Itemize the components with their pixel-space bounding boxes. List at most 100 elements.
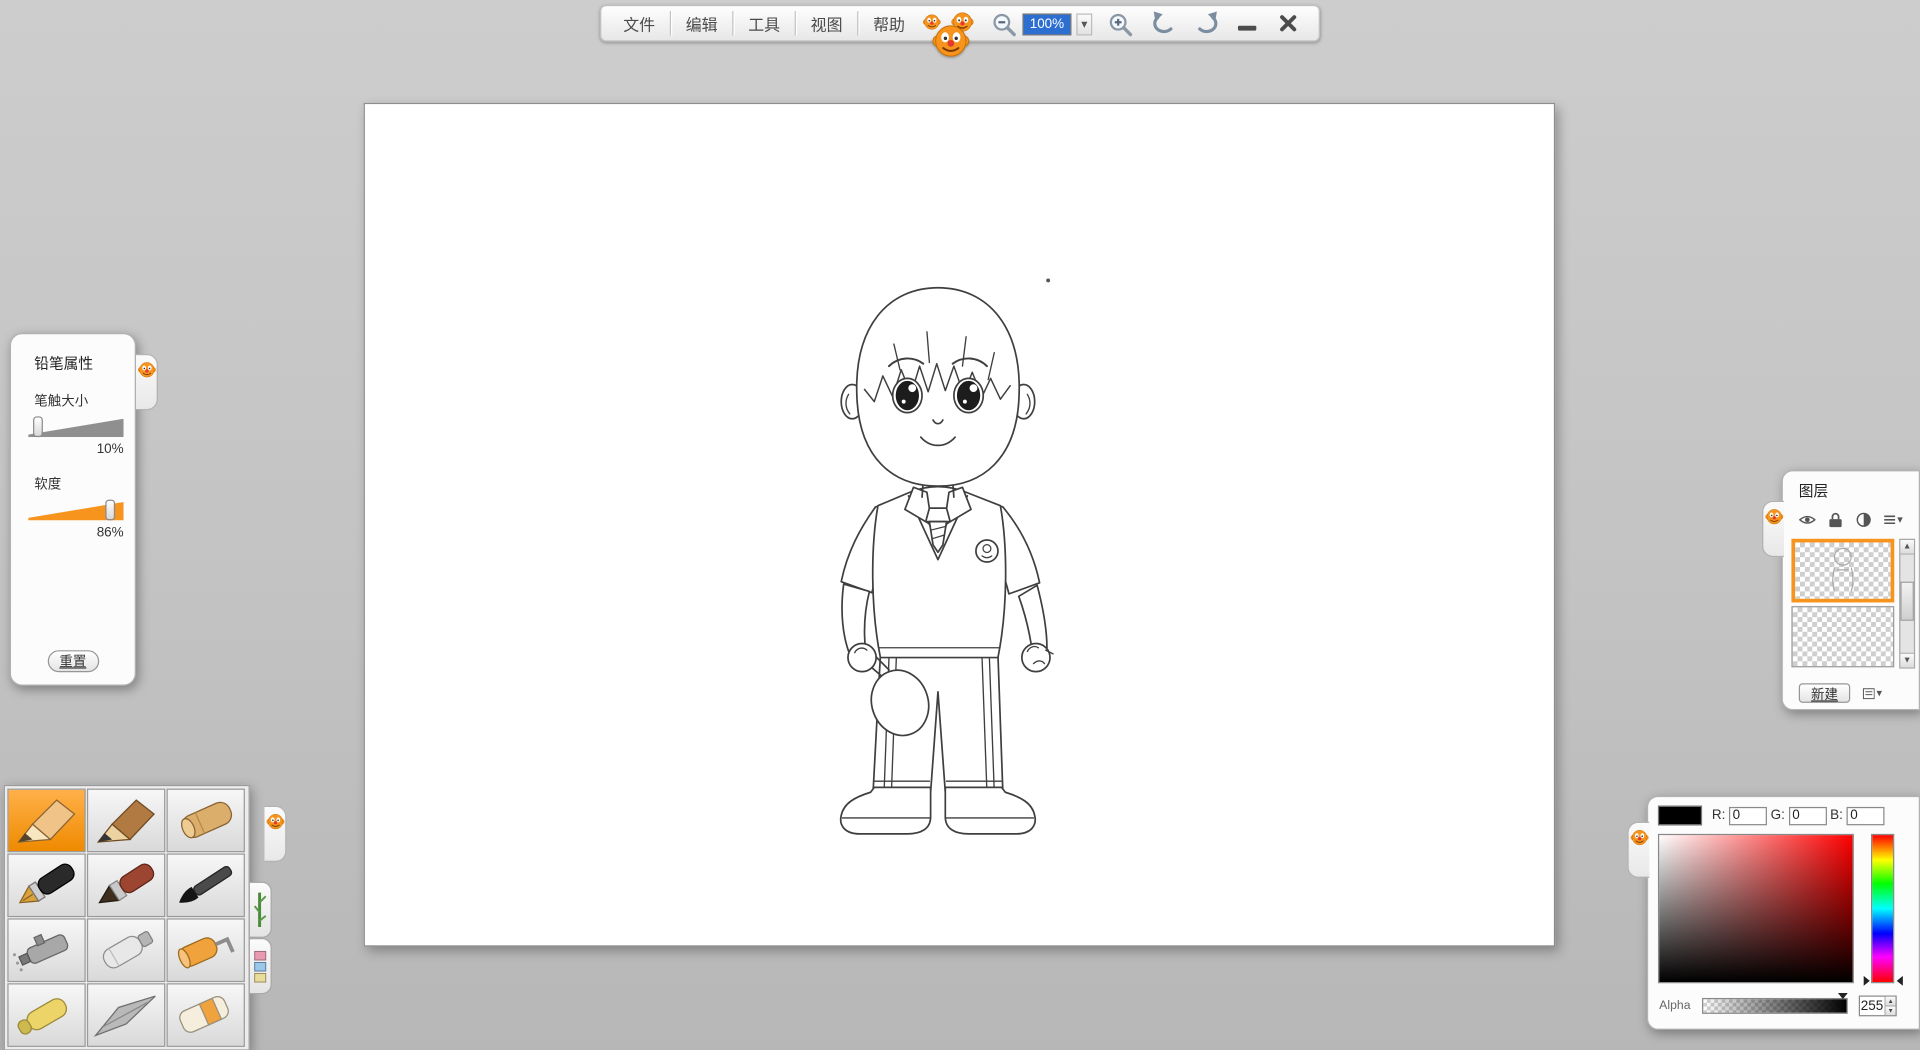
brush-size-thumb[interactable] [33,416,43,437]
current-color-swatch [1658,806,1702,826]
tool-wooden-pencil[interactable] [87,789,165,853]
softness-label: 软度 [34,474,134,494]
scroll-down-icon[interactable]: ▼ [1900,653,1913,668]
tool-marker[interactable] [7,983,85,1047]
pencil-properties-panel: 铅笔属性 笔触大小 10% 软度 86% 重置 [10,333,136,686]
tool-palette-handle[interactable] [264,806,286,862]
top-toolbar: 文件 编辑 工具 视图 帮助 100% ▾ [600,5,1320,42]
layers-footer: 新建 ▾ [1799,683,1882,703]
minimize-icon[interactable] [1238,26,1256,31]
layer-opacity-icon[interactable] [1855,511,1875,528]
red-input[interactable] [1729,806,1767,824]
pencil-panel-handle[interactable] [136,354,158,410]
fountain-pen-icon [12,858,81,912]
blue-input[interactable] [1847,806,1885,824]
clown-icon [1629,828,1649,848]
tool-palette-knife[interactable] [87,983,165,1047]
menu-view[interactable]: 视图 [796,12,857,35]
menu-bar: 文件 编辑 工具 视图 帮助 [609,6,920,40]
airbrush-icon [12,923,81,977]
zoom-in-icon[interactable] [1107,11,1134,38]
scroll-up-icon[interactable]: ▲ [1900,540,1913,555]
history-controls [1150,10,1221,37]
red-label: R: [1712,808,1725,823]
color-panel-handle[interactable] [1627,822,1649,878]
paint-bottle-icon [92,923,161,977]
scrollbar-track[interactable] [1900,555,1913,653]
scrollbar-thumb[interactable] [1900,582,1913,621]
zoom-dropdown-icon[interactable]: ▾ [1076,13,1092,35]
layer-visibility-icon[interactable] [1799,511,1819,528]
tool-pencil[interactable] [7,789,85,853]
saturation-value-field[interactable] [1658,834,1854,983]
zoom-level-field[interactable]: 100% [1022,13,1071,35]
app-window: 文件 编辑 工具 视图 帮助 100% ▾ [0,0,1920,1050]
alpha-label: Alpha [1659,999,1690,1012]
paint-brush-icon [92,858,161,912]
dropdown-icon: ▾ [1897,512,1903,525]
layers-panel-handle[interactable] [1762,501,1784,557]
alpha-slider[interactable] [1702,998,1848,1014]
reset-button[interactable]: 重置 [47,650,98,672]
menu-tools[interactable]: 工具 [734,12,795,35]
new-layer-button[interactable]: 新建 [1799,683,1850,703]
redo-icon[interactable] [1194,10,1221,37]
brush-size-value: 10% [28,442,124,457]
brush-size-slider[interactable] [28,419,124,437]
close-icon[interactable] [1277,12,1299,34]
alpha-spinner: ▲ ▼ [1884,997,1895,1015]
hue-marker-icon [1864,976,1870,986]
alpha-value: 255 [1860,997,1884,1015]
tool-ink-brush[interactable] [167,853,245,917]
hue-marker-icon [1897,976,1903,986]
wooden-pencil-icon [92,793,161,847]
layers-toolbar: ▾ [1799,511,1919,528]
softness-value: 86% [28,525,124,540]
menu-file[interactable]: 文件 [609,12,670,35]
tool-eraser[interactable] [167,983,245,1047]
window-controls [1238,6,1299,40]
tool-paint-brush[interactable] [87,853,165,917]
zoom-out-icon[interactable] [991,11,1018,38]
undo-icon[interactable] [1150,10,1177,37]
layer-item[interactable] [1791,539,1894,603]
softness-thumb[interactable] [105,500,115,521]
clown-mascot-icon[interactable] [931,21,971,61]
tool-roller[interactable] [167,918,245,982]
layer-scrollbar[interactable]: ▲ ▼ [1899,539,1915,669]
green-input[interactable] [1789,806,1827,824]
alpha-marker-icon [1838,993,1848,999]
stickers-icon [252,944,268,988]
tool-crayon[interactable] [167,789,245,853]
drawing-canvas[interactable] [364,103,1555,947]
layer-options-icon[interactable]: ▾ [1862,684,1882,701]
spinner-down-icon[interactable]: ▼ [1886,1007,1896,1016]
clown-icon [137,360,157,380]
bamboo-tab[interactable] [250,882,272,938]
pencil-panel-title: 铅笔属性 [34,353,134,374]
hue-slider[interactable] [1871,834,1894,983]
stickers-tab[interactable] [250,938,272,994]
green-label: G: [1771,808,1785,823]
layers-panel: 图层 ▾ [1782,470,1920,710]
spinner-up-icon[interactable]: ▲ [1886,997,1896,1007]
eraser-icon [171,988,240,1042]
tool-airbrush[interactable] [7,918,85,982]
layer-menu-icon[interactable]: ▾ [1883,511,1903,528]
layer-lock-icon[interactable] [1827,511,1847,528]
layer-thumbnail-sketch [1795,542,1890,597]
blue-label: B: [1830,808,1843,823]
clown-icon [1764,507,1784,527]
layer-item[interactable] [1791,606,1894,667]
alpha-value-field[interactable]: 255 ▲ ▼ [1859,996,1897,1017]
tool-fountain-pen[interactable] [7,853,85,917]
color-picker-panel: R: G: B: Alpha 255 ▲ ▼ [1647,796,1920,1030]
tool-grid [7,789,246,1047]
menu-help[interactable]: 帮助 [858,12,919,35]
ink-brush-icon [171,858,240,912]
tool-paint-bottle[interactable] [87,918,165,982]
brush-size-label: 笔触大小 [34,391,134,411]
softness-slider[interactable] [28,502,124,520]
layers-panel-title: 图层 [1799,480,1919,501]
menu-edit[interactable]: 编辑 [671,12,732,35]
